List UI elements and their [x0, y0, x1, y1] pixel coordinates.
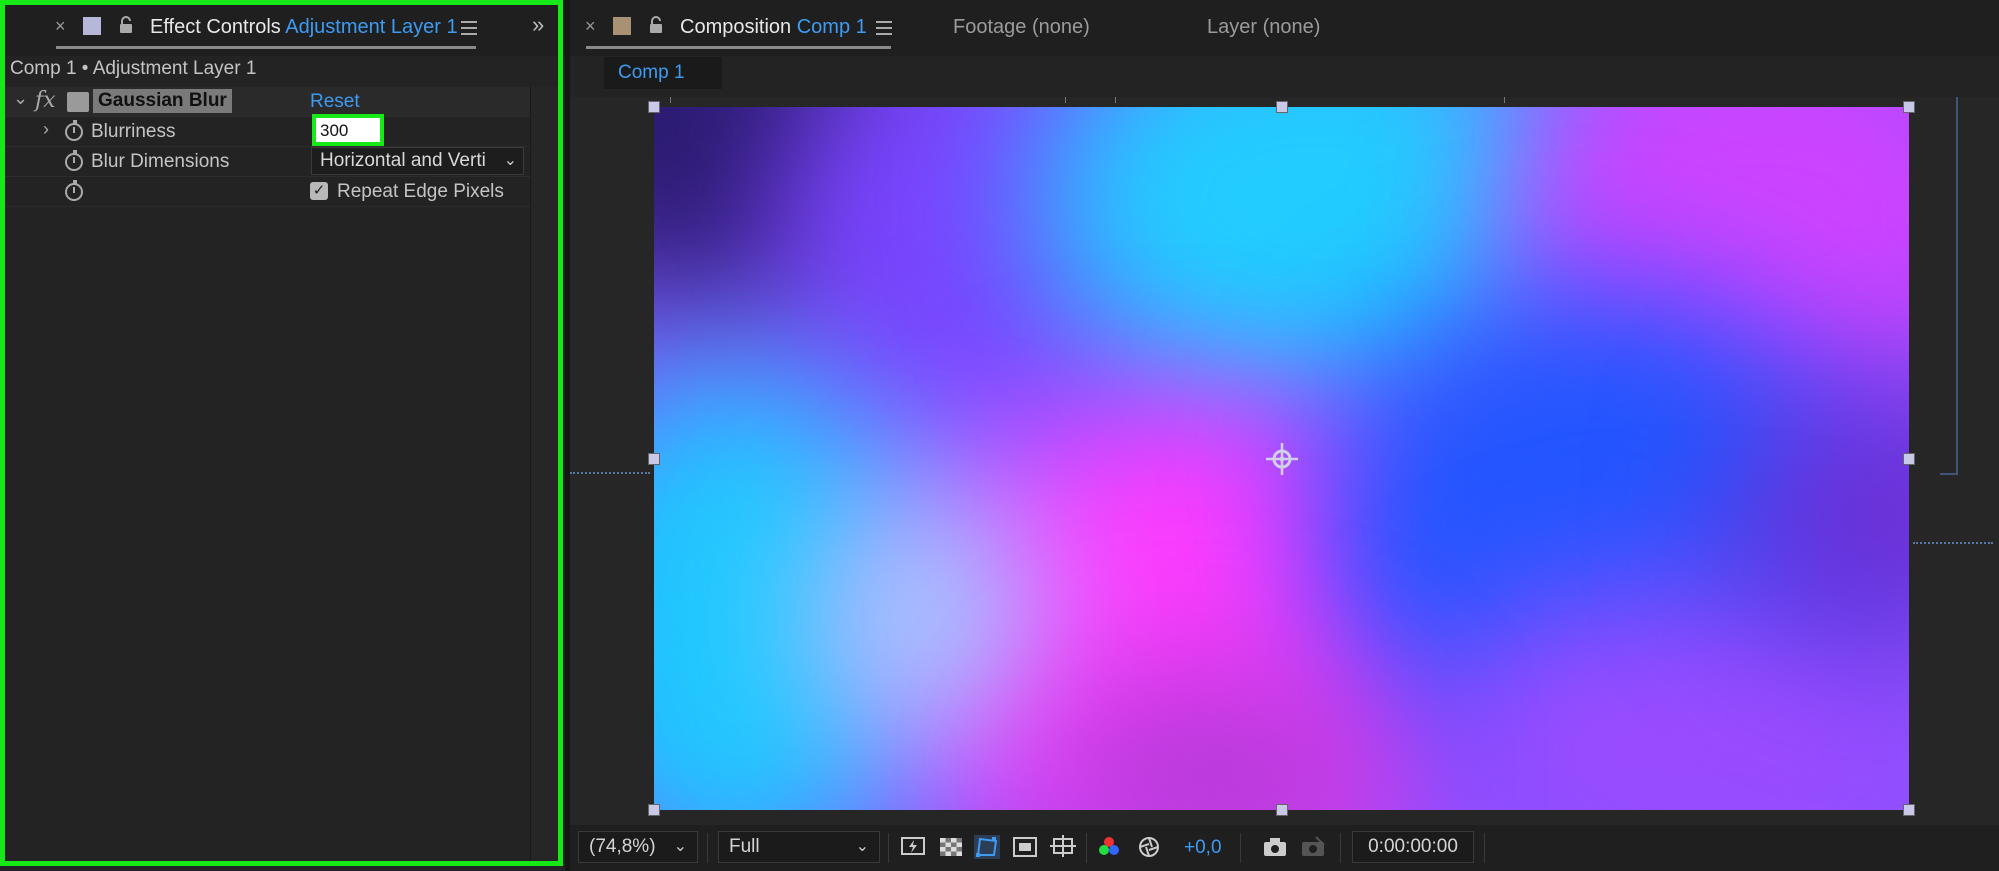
close-tab-icon[interactable]: ×: [55, 16, 66, 37]
toolbar-divider: [1340, 833, 1341, 863]
blur-dimensions-label: Blur Dimensions: [91, 151, 230, 172]
show-snapshot-icon[interactable]: [1300, 835, 1326, 859]
transform-handle[interactable]: [648, 453, 660, 465]
panel-menu-icon[interactable]: [876, 21, 892, 35]
close-tab-icon[interactable]: ×: [585, 16, 596, 37]
property-row-blur-dimensions: Blur Dimensions Horizontal and Verti ⌄: [5, 147, 530, 177]
ruler-tick: [1504, 97, 1505, 103]
transform-handle[interactable]: [1903, 453, 1915, 465]
transform-handle[interactable]: [648, 804, 660, 816]
toolbar-divider: [1086, 833, 1087, 863]
panel-color-swatch[interactable]: [613, 17, 631, 35]
transparency-grid-icon[interactable]: [938, 835, 964, 859]
panel-scrollbar[interactable]: [530, 86, 558, 861]
viewer-toolbar: (74,8%) ⌄ Full ⌄ +0,0 0:00:00:00: [570, 825, 1999, 871]
snapshot-camera-icon[interactable]: [1262, 835, 1288, 859]
guide-line: [570, 472, 650, 474]
stopwatch-icon[interactable]: [65, 150, 83, 171]
panel-color-swatch[interactable]: [83, 17, 101, 35]
channel-rgb-icon[interactable]: [1096, 835, 1122, 859]
comp-navigator-tab[interactable]: Comp 1: [604, 57, 722, 89]
blurriness-label: Blurriness: [91, 121, 176, 142]
stopwatch-icon[interactable]: [65, 120, 83, 141]
effect-controls-panel: × Effect Controls Adjustment Layer 1 » C…: [0, 0, 565, 871]
toolbar-divider: [707, 833, 708, 863]
anchor-point-icon[interactable]: [1264, 441, 1300, 477]
effect-controls-tabbar: × Effect Controls Adjustment Layer 1 »: [0, 0, 565, 56]
tab-effect-controls-label: Effect Controls: [150, 16, 281, 38]
zoom-value: (74,8%): [589, 836, 656, 857]
fx-toggle-icon[interactable]: fx: [35, 88, 56, 113]
active-tab-indicator: [586, 46, 891, 49]
ruler-tick: [670, 97, 671, 103]
layer-breadcrumb: Comp 1 • Adjustment Layer 1: [10, 58, 257, 79]
layer-bounds-bracket: [1940, 97, 1958, 475]
mask-visibility-icon[interactable]: [974, 835, 1000, 859]
blurriness-value-input[interactable]: 300: [312, 114, 384, 146]
property-row-repeat-edge: ✓ Repeat Edge Pixels: [5, 177, 530, 207]
fast-previews-icon[interactable]: [900, 835, 926, 859]
effect-row-gaussian-blur[interactable]: ⌄ fx Gaussian Blur Reset: [5, 87, 530, 117]
guide-line: [1913, 542, 1993, 544]
tab-composition-label: Composition: [680, 16, 792, 38]
app-window: × Effect Controls Adjustment Layer 1 » C…: [0, 0, 1999, 871]
tab-effect-controls[interactable]: Effect Controls Adjustment Layer 1: [150, 16, 458, 39]
resolution-value: Full: [729, 836, 760, 857]
reset-link[interactable]: Reset: [310, 91, 360, 113]
transform-handle[interactable]: [1903, 804, 1915, 816]
lock-icon[interactable]: [118, 16, 134, 34]
repeat-edge-label: Repeat Edge Pixels: [337, 181, 504, 202]
toolbar-divider: [1484, 833, 1485, 863]
zoom-dropdown[interactable]: (74,8%) ⌄: [578, 831, 698, 863]
chevron-down-icon: ⌄: [503, 152, 517, 169]
exposure-value[interactable]: +0,0: [1184, 837, 1222, 859]
blur-dimensions-value: Horizontal and Verti: [320, 150, 486, 171]
tab-composition[interactable]: Composition Comp 1: [680, 16, 867, 39]
resolution-dropdown[interactable]: Full ⌄: [718, 831, 880, 863]
current-time-display[interactable]: 0:00:00:00: [1352, 831, 1474, 863]
expand-panels-icon[interactable]: »: [532, 12, 545, 38]
property-row-blurriness: › Blurriness: [5, 117, 530, 147]
composition-viewer[interactable]: [570, 97, 1999, 825]
toolbar-divider: [1240, 833, 1241, 863]
reset-exposure-icon[interactable]: [1136, 835, 1162, 859]
effect-name-label[interactable]: Gaussian Blur: [93, 89, 232, 113]
composition-tabbar: × Composition Comp 1 Footage (none) Laye…: [570, 0, 1999, 56]
blur-dimensions-dropdown[interactable]: Horizontal and Verti ⌄: [311, 147, 524, 175]
composition-panel: × Composition Comp 1 Footage (none) Laye…: [570, 0, 1999, 871]
repeat-edge-checkbox[interactable]: ✓: [310, 182, 328, 200]
transform-handle[interactable]: [648, 101, 660, 113]
twirl-open-icon[interactable]: ⌄: [13, 88, 28, 109]
transform-handle[interactable]: [1903, 101, 1915, 113]
tab-footage[interactable]: Footage (none): [953, 16, 1090, 39]
grid-guides-icon[interactable]: [1050, 835, 1076, 859]
active-tab-indicator: [56, 46, 476, 49]
chevron-down-icon: ⌄: [855, 838, 869, 855]
twirl-closed-icon[interactable]: ›: [43, 119, 49, 140]
effect-preset-icon: [67, 92, 89, 112]
region-of-interest-icon[interactable]: [1012, 835, 1038, 859]
gradient-blob: [804, 487, 1044, 747]
tab-layer[interactable]: Layer (none): [1207, 16, 1320, 39]
chevron-down-icon: ⌄: [673, 838, 687, 855]
lock-icon[interactable]: [648, 16, 664, 34]
transform-handle[interactable]: [1276, 101, 1288, 113]
ruler-tick: [1065, 97, 1066, 103]
ruler-tick: [1115, 97, 1116, 103]
stopwatch-icon[interactable]: [65, 180, 83, 201]
toolbar-divider: [888, 833, 889, 863]
panel-menu-icon[interactable]: [461, 21, 477, 35]
tab-composition-name: Comp 1: [796, 16, 867, 38]
tab-effect-controls-layer: Adjustment Layer 1: [285, 16, 458, 38]
transform-handle[interactable]: [1276, 804, 1288, 816]
